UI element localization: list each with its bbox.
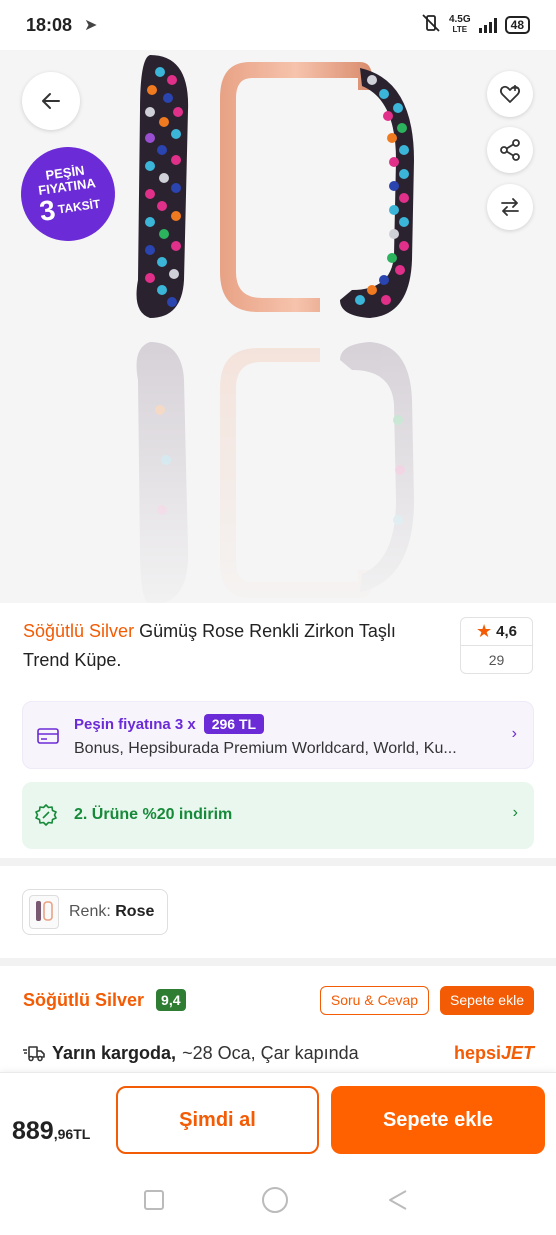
vibrate-mute-icon (421, 13, 441, 37)
add-to-cart-button[interactable]: Sepete ekle (331, 1086, 545, 1154)
promo-word: TAKSİT (57, 196, 102, 217)
price: 889,96TL (12, 1117, 90, 1146)
seller-add-to-cart-button[interactable]: Sepete ekle (440, 985, 534, 1015)
delivery-date: ~28 Oca, Çar kapında (182, 1042, 359, 1063)
section-divider (0, 858, 556, 866)
network-label: 4.5G (448, 14, 471, 25)
home-button[interactable] (262, 1187, 288, 1213)
compare-button[interactable] (487, 184, 533, 230)
installment-headline: Peşin fiyatına 3 x 296 TL (74, 714, 265, 734)
discount-card[interactable]: 2. Ürüne %20 indirim › (22, 782, 534, 849)
product-title: Söğütlü Silver Gümüş Rose Renkli Zirkon … (23, 617, 443, 675)
qa-button[interactable]: Soru & Cevap (319, 985, 430, 1015)
seller-name[interactable]: Söğütlü Silver (23, 990, 144, 1011)
rating-value-row: ★ 4,6 (461, 618, 532, 646)
network-sub-label: LTE (452, 25, 468, 34)
discount-text: 2. Ürüne %20 indirim (74, 806, 233, 823)
chevron-right-icon: › (511, 725, 517, 742)
review-count: 29 (488, 652, 505, 668)
buy-now-button[interactable]: Şimdi al (116, 1086, 319, 1154)
battery-level: 48 (510, 18, 524, 32)
seller-row: Söğütlü Silver 9,4 Soru & Cevap Sepete e… (23, 985, 534, 1015)
product-image (0, 55, 556, 603)
share-button[interactable] (487, 127, 533, 173)
promo-line3: 3 TAKSİT (37, 190, 102, 227)
credit-card-icon (37, 728, 59, 744)
hepsijet-logo-part2: JET (500, 1042, 534, 1063)
purchase-bar: 889,96TL Şimdi al Sepete ekle (0, 1072, 556, 1167)
fast-delivery-icon (23, 1046, 45, 1062)
favorite-button[interactable] (487, 71, 533, 117)
hepsijet-logo-part1: hepsi (453, 1042, 501, 1063)
variant-text: Renk: Rose (69, 903, 154, 921)
brand-link[interactable]: Söğütlü Silver (23, 621, 134, 641)
signal-icon (478, 17, 497, 33)
status-time: 18:08 (26, 14, 73, 35)
delivery-info: Yarın kargoda, ~28 Oca, Çar kapında heps… (23, 1040, 534, 1066)
earring-thumbnail-icon (36, 901, 53, 921)
system-navigation-bar (0, 1167, 556, 1235)
arrow-left-icon (42, 93, 60, 109)
price-main: 889 (12, 1117, 54, 1145)
compare-arrows-icon (501, 198, 519, 216)
hepsijet-logo: hepsiJET (454, 1043, 534, 1064)
seller-score-badge: 9,4 (156, 989, 186, 1011)
share-icon (500, 139, 520, 161)
variant-value: Rose (115, 903, 155, 920)
installment-card[interactable]: Peşin fiyatına 3 x 296 TL Bonus, Hepsibu… (22, 701, 534, 769)
battery-icon: 48 (504, 16, 530, 34)
network-type: 4.5G LTE (449, 15, 471, 35)
discount-badge-icon (35, 804, 57, 826)
rating-box[interactable]: ★ 4,6 29 (460, 617, 533, 674)
price-currency: TL (73, 1126, 91, 1142)
back-button[interactable] (22, 72, 80, 130)
installment-cards: Bonus, Hepsiburada Premium Worldcard, Wo… (74, 740, 457, 757)
recent-apps-button[interactable] (144, 1190, 164, 1210)
rating-value: 4,6 (496, 623, 517, 640)
heart-icon (499, 85, 521, 103)
product-title-section: Söğütlü Silver Gümüş Rose Renkli Zirkon … (23, 617, 533, 675)
section-divider (0, 958, 556, 966)
color-variant-selector[interactable]: Renk: Rose (22, 889, 168, 935)
chevron-right-icon: › (512, 804, 518, 821)
status-icons: 4.5G LTE 48 (421, 13, 530, 37)
price-cents: ,96 (53, 1126, 74, 1142)
product-detail-screen: 18:08 ➤ 4.5G LTE 48 PEŞİN FIYATINA 3 TAK… (0, 0, 556, 1235)
variant-label: Renk: (69, 903, 111, 920)
navigation-arrow-icon: ➤ (84, 17, 98, 34)
installment-label: Peşin fiyatına 3 x (74, 715, 196, 733)
variant-thumbnail (29, 895, 59, 929)
status-bar: 18:08 ➤ 4.5G LTE 48 (0, 0, 556, 50)
installment-amount: 296 TL (203, 714, 265, 734)
delivery-headline: Yarın kargoda, (52, 1042, 177, 1063)
system-back-icon[interactable] (386, 1189, 408, 1211)
star-icon: ★ (476, 621, 493, 641)
product-image-gallery[interactable]: PEŞİN FIYATINA 3 TAKSİT (0, 50, 556, 603)
promo-number: 3 (37, 194, 58, 227)
